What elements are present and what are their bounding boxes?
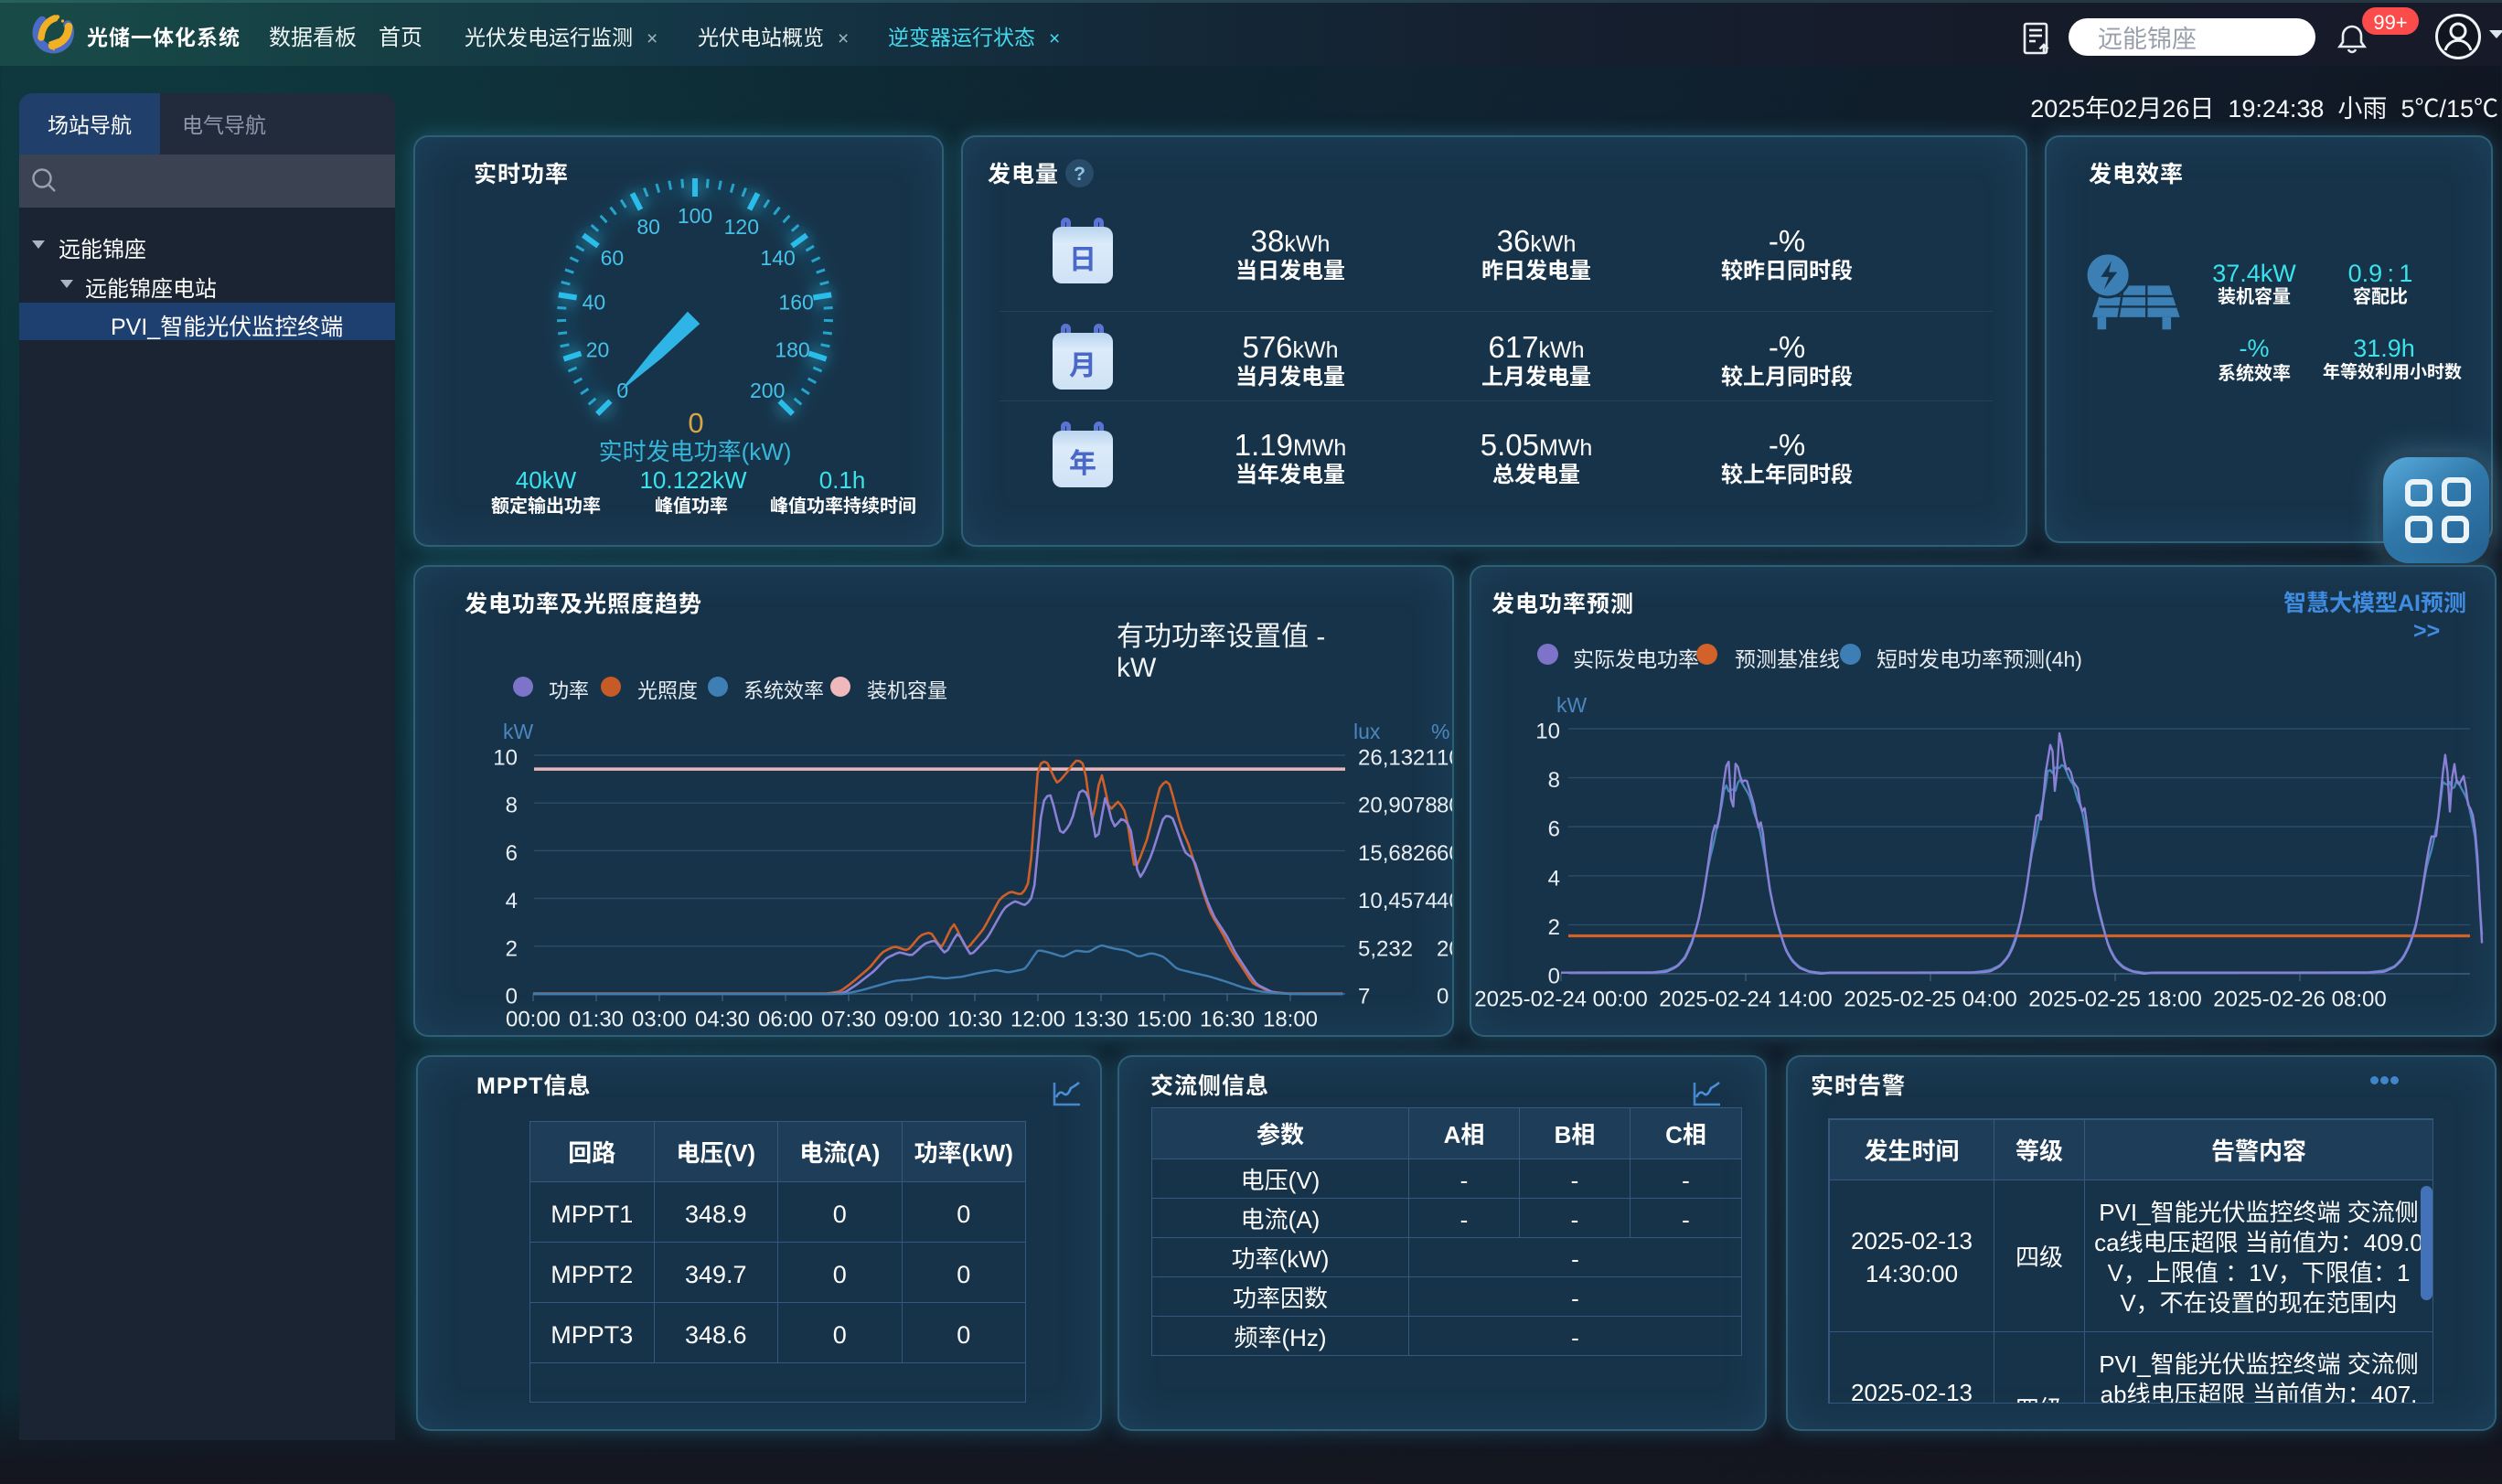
svg-text:160: 160 [778, 285, 813, 316]
svg-text:12:00: 12:00 [1010, 1001, 1065, 1033]
svg-text:200: 200 [750, 373, 785, 404]
svg-text:6: 6 [506, 835, 518, 867]
svg-text:20,9078: 20,9078 [1358, 787, 1438, 819]
svg-text:2025-02-24 00:00: 2025-02-24 00:00 [1474, 981, 1648, 1013]
svg-text:09:00: 09:00 [884, 1001, 939, 1033]
svg-text:2025-02-26 08:00: 2025-02-26 08:00 [2213, 981, 2387, 1013]
svg-text:7: 7 [1358, 978, 1370, 1010]
svg-text:00:00: 00:00 [506, 1001, 561, 1033]
svg-text:20: 20 [1437, 930, 1454, 962]
svg-text:60: 60 [1437, 835, 1454, 867]
svg-text:10: 10 [1535, 713, 1560, 745]
svg-text:18:00: 18:00 [1263, 1001, 1318, 1033]
svg-text:4: 4 [506, 882, 518, 914]
svg-text:6: 6 [1548, 811, 1560, 843]
svg-text:120: 120 [724, 209, 759, 240]
svg-text:0: 0 [1437, 978, 1449, 1010]
svg-text:26,1321: 26,1321 [1358, 740, 1438, 772]
svg-text:100: 100 [678, 198, 712, 230]
svg-text:15:00: 15:00 [1137, 1001, 1192, 1033]
svg-text:2025-02-24 14:00: 2025-02-24 14:00 [1659, 981, 1833, 1013]
svg-text:8: 8 [1548, 762, 1560, 794]
svg-text:60: 60 [601, 240, 625, 272]
svg-text:10:30: 10:30 [947, 1001, 1002, 1033]
svg-text:06:00: 06:00 [758, 1001, 813, 1033]
svg-text:80: 80 [636, 209, 660, 240]
svg-text:40: 40 [1437, 882, 1454, 914]
svg-text:100: 100 [1437, 740, 1454, 772]
svg-text:07:30: 07:30 [821, 1001, 876, 1033]
svg-text:10: 10 [493, 740, 518, 772]
svg-text:2025-02-25 04:00: 2025-02-25 04:00 [1844, 981, 2017, 1013]
svg-text:10,4574: 10,4574 [1358, 882, 1438, 914]
svg-text:2: 2 [1548, 909, 1560, 941]
svg-text:8: 8 [506, 787, 518, 819]
svg-text:16:30: 16:30 [1200, 1001, 1255, 1033]
svg-text:20: 20 [586, 333, 610, 364]
svg-text:5,232: 5,232 [1358, 930, 1413, 962]
svg-text:15,6826: 15,6826 [1358, 835, 1438, 867]
svg-text:13:30: 13:30 [1074, 1001, 1128, 1033]
svg-text:03:00: 03:00 [632, 1001, 687, 1033]
svg-text:40: 40 [583, 285, 606, 316]
svg-text:01:30: 01:30 [569, 1001, 624, 1033]
svg-text:04:30: 04:30 [695, 1001, 750, 1033]
svg-text:180: 180 [775, 333, 809, 364]
svg-text:2025-02-25 18:00: 2025-02-25 18:00 [2028, 981, 2202, 1013]
svg-text:140: 140 [760, 240, 795, 272]
svg-text:4: 4 [1548, 859, 1560, 891]
svg-text:2: 2 [506, 930, 518, 962]
svg-text:80: 80 [1437, 787, 1454, 819]
